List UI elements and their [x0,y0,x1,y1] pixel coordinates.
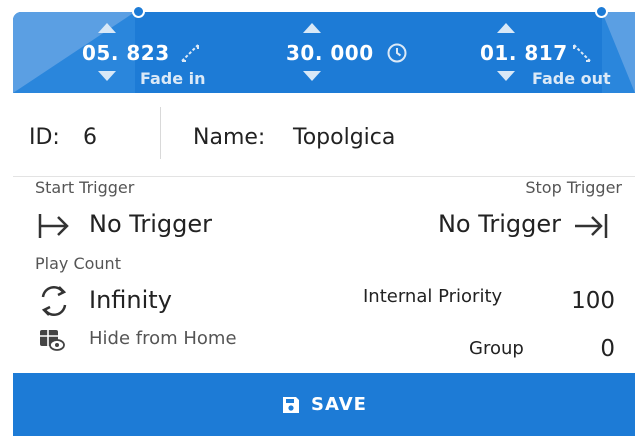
divider [160,107,161,159]
group-label: Group [469,338,524,359]
name-label: Name: [193,125,266,150]
duration-value[interactable]: 30. 000 [286,41,374,65]
internal-priority-value[interactable]: 100 [571,288,615,314]
duration-increase-arrow[interactable] [303,23,321,33]
start-trigger-icon [38,214,69,238]
fade-in-handle[interactable] [132,5,145,18]
id-label: ID: [29,125,60,150]
hide-from-home-label[interactable]: Hide from Home [89,328,237,349]
stop-trigger-label: Stop Trigger [525,178,622,197]
stop-trigger-value[interactable]: No Trigger [438,210,561,238]
play-count-value[interactable]: Infinity [89,286,172,314]
play-count-label: Play Count [35,254,121,273]
fade-header: 05. 823 Fade in 30. 000 01. 817 Fade out [13,12,635,93]
fade-in-curve-icon [181,44,199,62]
fade-out-handle[interactable] [595,5,608,18]
fade-in-increase-arrow[interactable] [98,23,116,33]
fade-in-label: Fade in [140,69,206,88]
name-value[interactable]: Topolgica [293,125,395,150]
start-trigger-label: Start Trigger [35,178,135,197]
id-name-row: ID: 6 Name: Topolgica [13,93,635,177]
clock-icon [387,43,407,63]
fade-in-value[interactable]: 05. 823 [82,41,170,65]
save-button-label: SAVE [311,394,367,415]
repeat-icon [41,285,67,317]
save-button[interactable]: SAVE [13,373,635,436]
id-value: 6 [83,125,97,150]
sound-editor-panel: 05. 823 Fade in 30. 000 01. 817 Fade out… [13,12,635,436]
internal-priority-label: Internal Priority [363,286,503,307]
fade-out-increase-arrow[interactable] [497,23,515,33]
fade-out-label: Fade out [532,69,611,88]
start-trigger-value[interactable]: No Trigger [89,210,212,238]
fade-out-decrease-arrow[interactable] [497,71,515,81]
fade-out-value[interactable]: 01. 817 [480,41,568,65]
fade-out-curve-icon [573,44,591,62]
hide-from-home-icon[interactable] [39,328,65,352]
group-value[interactable]: 0 [600,336,615,362]
stop-trigger-icon [575,214,608,238]
fade-in-decrease-arrow[interactable] [98,71,116,81]
duration-decrease-arrow[interactable] [303,71,321,81]
save-icon [283,396,300,413]
